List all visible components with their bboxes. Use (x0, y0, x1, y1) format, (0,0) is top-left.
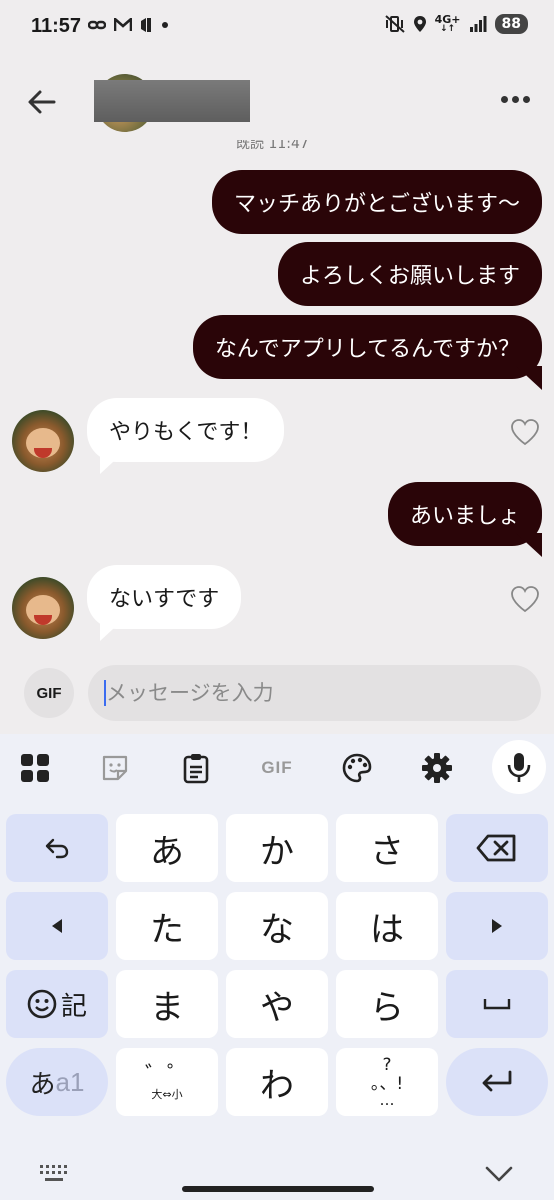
key-sa[interactable]: さ (336, 814, 438, 882)
undo-icon (45, 838, 69, 859)
key-ma[interactable]: ま (116, 970, 218, 1038)
network-type: 4G+ ↓↑ (434, 13, 461, 34)
key-a[interactable]: あ (116, 814, 218, 882)
bubble-tail (516, 533, 542, 557)
smiley-icon (27, 989, 57, 1019)
apps-grid-button[interactable] (17, 750, 53, 786)
dakuten-top-label: ゛゜ (144, 1062, 189, 1088)
key-ka[interactable]: か (226, 814, 328, 882)
space-icon (483, 999, 511, 1010)
read-timestamp: 既読 11:47 (236, 140, 309, 150)
enter-icon (482, 1070, 512, 1092)
link-icon (88, 20, 106, 30)
outgoing-message[interactable]: あいましょ (387, 482, 542, 546)
kigou-label: 記 (60, 991, 87, 1022)
like-heart-button[interactable] (510, 418, 540, 446)
triangle-left-icon (52, 919, 62, 933)
outgoing-message[interactable]: よろしくお願いします (277, 242, 542, 306)
punctuation-key[interactable]: ? 。、! … (336, 1048, 438, 1116)
mode-alpha-label: a1 (55, 1066, 85, 1097)
dot-icon (162, 22, 168, 28)
triangle-right-icon (492, 919, 502, 933)
status-right: 4G+ ↓↑ 88 (384, 13, 528, 34)
enter-key[interactable] (446, 1048, 548, 1116)
cursor-left-key[interactable] (6, 892, 108, 960)
like-heart-button[interactable] (510, 585, 540, 613)
punct-top-label: ? (382, 1054, 392, 1075)
key-ra[interactable]: ら (336, 970, 438, 1038)
more-dot-icon (512, 96, 519, 103)
gmail-icon (114, 18, 132, 31)
status-bar: 11:57 4G+ ↓↑ 88 (0, 0, 554, 56)
status-time: 11:57 (31, 15, 82, 37)
grid-icon (21, 754, 49, 782)
bubble-tail (516, 366, 542, 390)
app-icon (141, 18, 151, 32)
gif-button[interactable]: GIF (24, 668, 74, 718)
keyboard-icon (40, 1165, 67, 1181)
backspace-key[interactable] (446, 814, 548, 882)
sticker-button[interactable] (97, 750, 133, 786)
partner-message-avatar[interactable] (12, 577, 74, 639)
settings-button[interactable] (419, 750, 455, 786)
emoji-kigou-key[interactable]: 記 (6, 970, 108, 1038)
mode-switch-key[interactable]: あ a1 (6, 1048, 108, 1116)
back-button[interactable] (26, 86, 62, 122)
home-indicator[interactable] (182, 1186, 374, 1192)
cursor-right-key[interactable] (446, 892, 548, 960)
text-caret (104, 680, 106, 706)
mode-kana-label: あ (29, 1069, 56, 1100)
hide-keyboard-button[interactable] (484, 1164, 514, 1188)
bubble-tail (100, 617, 126, 641)
clipboard-icon (183, 754, 209, 784)
heart-icon (511, 419, 539, 446)
keyboard: GIF あ か さ た な は 記 ま や ら あ a1 ゛゜ 大⇔小 わ ? … (0, 734, 554, 1200)
sticker-icon (102, 755, 128, 781)
more-dot-icon (523, 96, 530, 103)
clipboard-button[interactable] (178, 750, 214, 786)
arrow-left-icon (28, 90, 56, 114)
gear-icon (422, 753, 452, 783)
outgoing-message[interactable]: マッチありがとございます〜 (211, 170, 542, 234)
undo-key[interactable] (6, 814, 108, 882)
outgoing-message[interactable]: なんでアプリしてるんですか？ (192, 315, 542, 379)
key-ta[interactable]: た (116, 892, 218, 960)
key-ha[interactable]: は (336, 892, 438, 960)
key-wa[interactable]: わ (226, 1048, 328, 1116)
key-na[interactable]: な (226, 892, 328, 960)
message-input[interactable] (88, 665, 541, 721)
location-icon (413, 16, 426, 32)
redacted-name (94, 80, 250, 122)
microphone-icon (507, 753, 531, 782)
more-dot-icon (501, 96, 508, 103)
palette-icon (342, 753, 372, 783)
voice-input-button[interactable] (492, 740, 546, 794)
space-key[interactable] (446, 970, 548, 1038)
keyboard-nav-bar (0, 1152, 554, 1200)
dakuten-key[interactable]: ゛゜ 大⇔小 (116, 1048, 218, 1116)
key-ya[interactable]: や (226, 970, 328, 1038)
keyboard-gif-button[interactable]: GIF (255, 750, 299, 786)
partner-message-avatar[interactable] (12, 410, 74, 472)
heart-icon (511, 586, 539, 613)
vibrate-mute-icon (384, 15, 405, 33)
punct-bottom-label: … (379, 1091, 395, 1110)
keyboard-switch-button[interactable] (38, 1162, 70, 1188)
keyboard-toolbar: GIF (0, 734, 554, 804)
signal-icon (469, 16, 487, 32)
backspace-icon (476, 834, 516, 862)
battery-badge: 88 (494, 14, 528, 34)
chat-header (0, 56, 554, 152)
theme-button[interactable] (339, 750, 375, 786)
more-options-button[interactable] (501, 96, 530, 103)
chevron-down-icon (485, 1166, 513, 1182)
status-left-icons (88, 17, 170, 33)
dakuten-bottom-label: 大⇔小 (151, 1087, 183, 1101)
